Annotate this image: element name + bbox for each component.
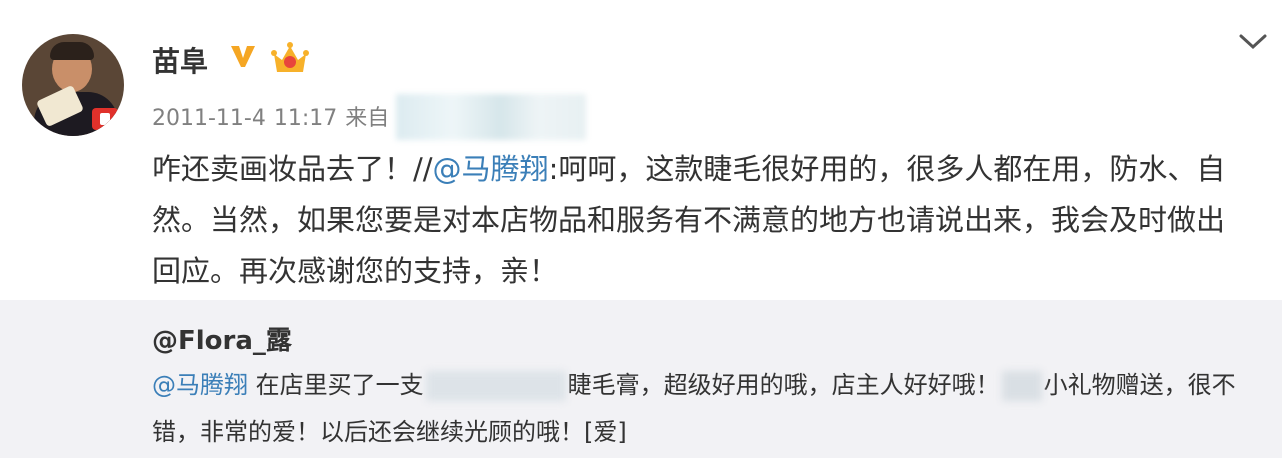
author-name[interactable]: 苗阜 [152,40,208,80]
repost-mention-link[interactable]: @马腾翔 [152,371,248,399]
red-badge-icon [92,108,118,130]
repost-user-link[interactable]: @Flora_露 [152,320,292,357]
weibo-post: 苗阜 2011-11-4 11:17 来自 咋还卖画妆品去了！//@马腾翔:呵呵，这… [0,0,1282,300]
vip-v-icon[interactable] [228,40,258,70]
crown-icon[interactable] [270,40,310,76]
mention-link[interactable]: @马腾翔 [433,152,549,186]
author-avatar[interactable] [22,34,124,136]
repost-text-b: 睫毛膏，超级好用的哦，店主人好好哦！ [567,371,1000,399]
post-date[interactable]: 2011-11-4 [152,106,266,131]
content-text-1: 咋还卖画妆品去了！// [152,152,433,186]
repost-text-a: 在店里买了一支 [248,371,424,399]
post-time[interactable]: 11:17 [274,106,337,131]
chevron-down-icon[interactable] [1236,28,1270,54]
blurred-text-1 [425,371,566,401]
repost-content: @马腾翔 在店里买了一支 睫毛膏，超级好用的哦，店主人好好哦！ 小礼物赠送，很不错，… [152,362,1252,456]
blurred-source [396,94,586,140]
blurred-text-2 [1001,371,1042,401]
source-prefix: 来自 [345,106,390,131]
post-content: 咋还卖画妆品去了！//@马腾翔:呵呵，这款睫毛很好用的，很多人都在用，防水、自然… [152,144,1232,297]
repost-block: @Flora_露 @马腾翔 在店里买了一支 睫毛膏，超级好用的哦，店主人好好哦！小… [0,300,1282,458]
post-meta: 2011-11-4 11:17 来自 [152,100,389,132]
